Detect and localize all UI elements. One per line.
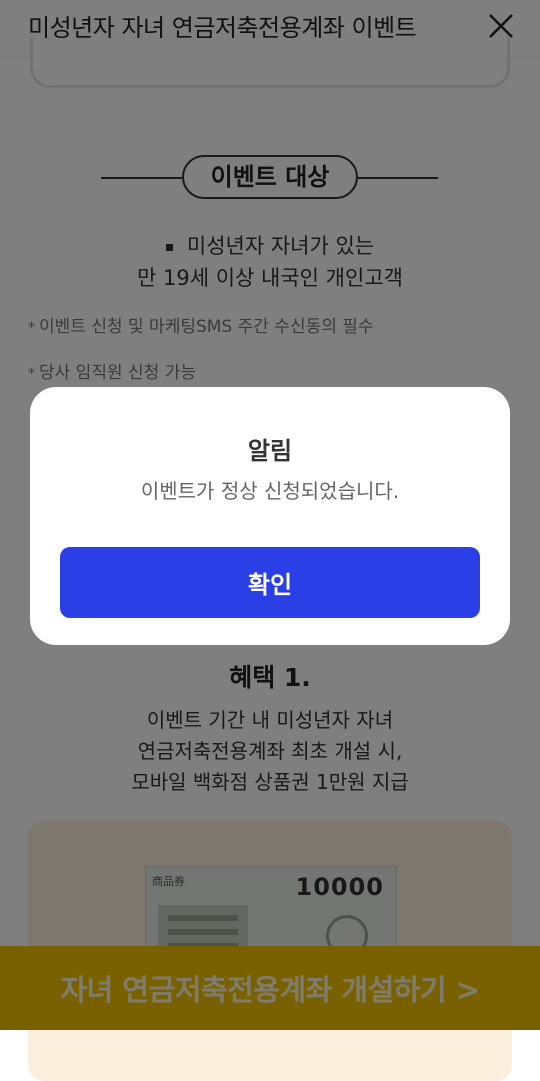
alert-dialog: 알림 이벤트가 정상 신청되었습니다. 확인 — [30, 387, 510, 645]
alert-message: 이벤트가 정상 신청되었습니다. — [140, 479, 400, 503]
confirm-button[interactable]: 확인 — [60, 547, 480, 618]
alert-title: 알림 — [247, 437, 293, 465]
